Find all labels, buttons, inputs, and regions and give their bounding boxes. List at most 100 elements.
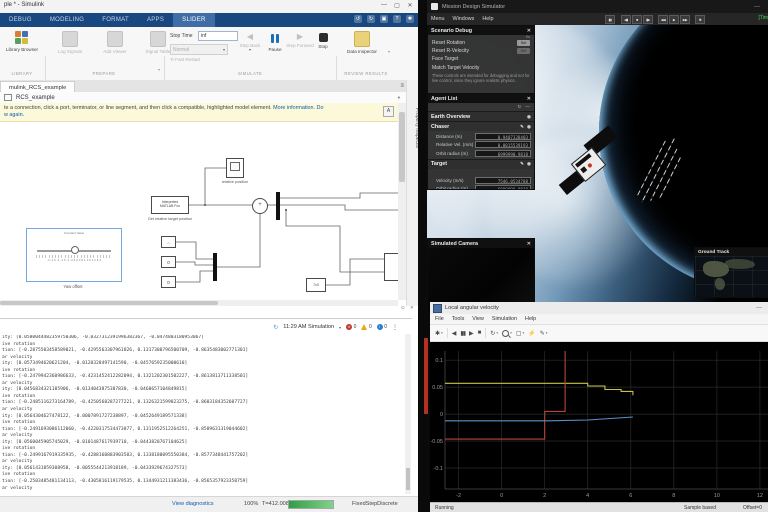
constant-block-zero[interactable]: 0	[161, 256, 176, 268]
menu-item-windows[interactable]: Windows	[453, 16, 475, 22]
velocity-value[interactable]: 7546.0534788	[475, 177, 531, 184]
console-scroll-thumb[interactable]	[406, 468, 410, 490]
simulator-3d-viewport[interactable]: Scenario Debug ✕ t/s Reset Rotation Set …	[427, 25, 768, 312]
stop-button[interactable]: Stop	[312, 31, 334, 49]
canvas-hscroll-thumb[interactable]	[0, 301, 218, 305]
help-icon[interactable]: ?	[393, 15, 401, 23]
mux-block[interactable]	[276, 192, 280, 220]
edit-icon[interactable]: ✎	[520, 124, 524, 130]
slider-thumb[interactable]	[71, 246, 79, 254]
next-frame-button[interactable]: ▮▶	[643, 15, 653, 24]
minimize-button[interactable]: —	[378, 2, 390, 8]
warning-counter[interactable]: 0	[361, 324, 371, 330]
stop-button[interactable]: ■	[632, 15, 642, 24]
gear-icon[interactable]: ✱	[695, 15, 705, 24]
mux-block[interactable]	[213, 253, 217, 281]
reset-rotation-set-button[interactable]: Set	[517, 40, 530, 46]
smenu-simulation[interactable]: Simulation	[492, 316, 517, 322]
diagnostic-run-selector[interactable]: 11:29 AM Simulation	[283, 324, 334, 330]
fast-restart-toggle[interactable]: ⟲ Fast Restart	[170, 57, 200, 63]
undo-icon[interactable]: ↺	[354, 15, 362, 23]
chevron-down-icon[interactable]: ▾	[339, 325, 341, 330]
play-button[interactable]: ▶	[669, 15, 679, 24]
relative-velocity-value[interactable]: 0.0015539193	[475, 141, 531, 148]
stop-time-input[interactable]	[198, 31, 238, 41]
review-more-caret-icon[interactable]: ▾	[388, 49, 390, 54]
data-inspector-button[interactable]: Data Inspector	[342, 31, 382, 54]
annotate-icon[interactable]: ✎▾	[540, 330, 548, 337]
rtab-debug[interactable]: DEBUG	[0, 13, 41, 27]
trigger-icon[interactable]: ⚡	[528, 330, 535, 337]
camera-icon[interactable]: ◉	[527, 124, 531, 130]
close-icon[interactable]: ✕	[527, 28, 531, 34]
prev-frame-button[interactable]: ◀▮	[621, 15, 631, 24]
smenu-tools[interactable]: Tools	[452, 316, 465, 322]
info-counter[interactable]: i 0	[377, 324, 387, 330]
pause-icon[interactable]: ▮▮	[460, 330, 465, 337]
matlab-fcn-block[interactable]: Interpreted MATLAB Fcn	[151, 196, 189, 214]
stop-icon[interactable]: ■	[478, 330, 482, 336]
smenu-file[interactable]: File	[435, 316, 444, 322]
minimize-button[interactable]: —	[756, 305, 762, 311]
zoom-icon[interactable]: ▾	[502, 330, 512, 337]
refresh-icon[interactable]: ↻▾	[490, 330, 498, 337]
rtab-apps[interactable]: APPS	[138, 13, 173, 27]
refresh-icon[interactable]: ↻	[518, 104, 522, 110]
close-button[interactable]: ✕	[404, 2, 416, 9]
scope-block[interactable]	[226, 158, 244, 178]
breadcrumb-model-name[interactable]: RCS_example	[16, 95, 55, 101]
close-icon[interactable]: ✕	[527, 241, 531, 247]
agent-chaser[interactable]: Chaser ✎◉	[428, 121, 534, 131]
smenu-view[interactable]: View	[472, 316, 484, 322]
play-icon[interactable]: ▶	[469, 330, 474, 337]
notification-collapse-button[interactable]: A	[383, 106, 394, 117]
sim-mode-select[interactable]: Normal▾	[170, 44, 228, 55]
partial-block[interactable]	[384, 253, 398, 281]
chevron-down-icon[interactable]: ▾	[398, 95, 400, 101]
view-diagnostics-link[interactable]: View diagnostics	[172, 501, 214, 507]
constant-block-slider[interactable]: -○-	[161, 236, 176, 248]
agent-earth-overview[interactable]: Earth Overview ◉	[428, 111, 534, 121]
collapse-icon[interactable]: —	[525, 104, 530, 110]
step-back-icon[interactable]: ◀	[452, 330, 457, 337]
kebab-menu-icon[interactable]: ⋮	[392, 324, 398, 331]
pause-button[interactable]: ▮▮	[605, 15, 615, 24]
canvas-vscroll-thumb[interactable]	[399, 112, 405, 182]
camera-icon[interactable]: ◉	[527, 114, 531, 120]
rewind-button[interactable]: ◀◀	[658, 15, 668, 24]
fast-forward-button[interactable]: ▶▶	[680, 15, 690, 24]
minimize-button[interactable]: —	[754, 4, 760, 10]
log-signals-button[interactable]: Log Signals	[50, 31, 90, 54]
face-target-button[interactable]: Face Target	[428, 55, 534, 63]
orbit-radius-value[interactable]: 6999990.9818	[475, 150, 531, 157]
menu-item-menu[interactable]: Menu	[431, 16, 445, 22]
slider-block[interactable]: Constant Value -3 -2.5 -2 -1.5 -1 -0.5 0…	[26, 228, 122, 282]
do-not-show-link-start[interactable]: Do	[317, 105, 324, 111]
settings-icon[interactable]: ✱	[406, 15, 414, 23]
match-target-velocity-button[interactable]: Match Target Velocity	[428, 63, 534, 72]
redo-icon[interactable]: ↻	[367, 15, 375, 23]
scope-settings-button[interactable]: ✱▾	[435, 330, 443, 337]
rtab-modeling[interactable]: MODELING	[41, 13, 93, 27]
do-not-show-link-end[interactable]: w again.	[4, 112, 24, 118]
camera-icon[interactable]: ◉	[527, 161, 531, 167]
fit-view-icon[interactable]: ▢▾	[516, 330, 524, 337]
rtab-slider[interactable]: SLIDER	[173, 13, 214, 27]
matrix-block[interactable]: 7x0	[306, 278, 326, 292]
step-back-button[interactable]: ◀ Step Back▾	[236, 31, 264, 53]
more-information-link[interactable]: More information.	[273, 105, 315, 111]
agent-target[interactable]: Target ✎◉	[428, 159, 534, 169]
menu-item-help[interactable]: Help	[482, 16, 493, 22]
model-canvas[interactable]: relative position Interpreted MATLAB Fcn…	[0, 122, 398, 300]
orbit-radius-value-target[interactable]: 6999990.9818	[475, 185, 531, 190]
distance-value[interactable]: 0.9407338403	[475, 133, 531, 140]
error-counter[interactable]: ✕ 0	[346, 324, 356, 330]
reset-rvelocity-set-button[interactable]: Set	[517, 48, 530, 54]
pause-button[interactable]: Pause	[262, 31, 288, 52]
maximize-button[interactable]: ▢	[391, 2, 403, 9]
library-browser-button[interactable]: Library Browser	[3, 31, 41, 52]
add-viewer-button[interactable]: Add Viewer	[95, 31, 135, 54]
sum-block[interactable]: +	[252, 198, 268, 214]
tab-list-icon[interactable]: ≡	[400, 83, 404, 89]
smenu-help[interactable]: Help	[525, 316, 536, 322]
